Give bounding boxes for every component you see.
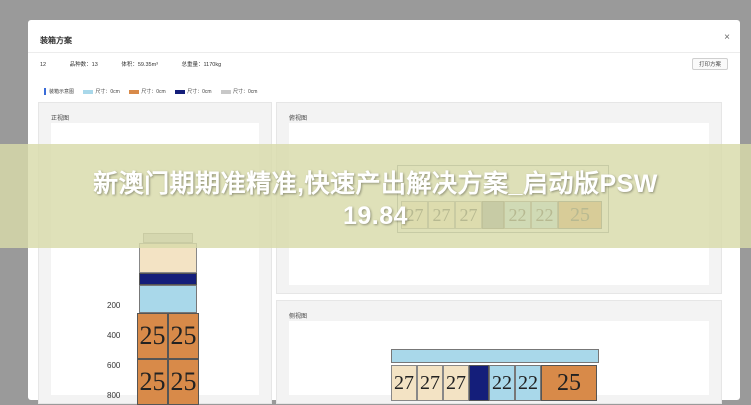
- overlay-banner: 新澳门期期准精准,快速产出解决方案_启动版PSW 19.84: [0, 144, 751, 248]
- legend-label: 装箱示意图: [49, 89, 75, 95]
- side-view-title: 侧视图: [289, 314, 308, 320]
- dialog-title: 装箱方案: [40, 36, 72, 45]
- box-blue: [139, 285, 197, 313]
- box-count: 12: [40, 62, 47, 68]
- banner-line-1: 新澳门期期准精准,快速产出解决方案_启动版PSW: [93, 170, 658, 198]
- legend-item: 尺寸：0cm: [219, 89, 257, 95]
- legend-item: 尺寸：0cm: [127, 89, 166, 95]
- box-orange: 25: [168, 359, 199, 405]
- top-view-title: 俯视图: [289, 116, 308, 122]
- axis-tick: 600: [107, 361, 121, 370]
- box-blue: 22: [515, 365, 541, 401]
- front-view-title: 正视图: [51, 116, 70, 122]
- axis-tick: 800: [107, 391, 121, 400]
- close-icon[interactable]: ×: [724, 32, 730, 43]
- legend-item: 尺寸：0cm: [173, 89, 212, 95]
- variety-count: 品种数：13: [69, 62, 98, 68]
- axis-tick: 200: [107, 301, 121, 310]
- volume-value: 体积：59.35m³: [121, 62, 158, 68]
- box-orange: 25: [541, 365, 597, 401]
- box-pale: 27: [391, 365, 417, 401]
- legend-item: 尺寸：0cm: [81, 89, 120, 95]
- axis-tick: 400: [107, 331, 121, 340]
- side-view-canvas: 27 27 27 22 22 25: [289, 321, 709, 401]
- box-orange: 25: [137, 313, 168, 359]
- banner-line-2: 19.84: [342, 202, 409, 230]
- container-top: [391, 349, 599, 363]
- box-blue: 22: [489, 365, 515, 401]
- print-button[interactable]: 打印方案: [691, 58, 728, 70]
- stats-row: 12 品种数：13 体积：59.35m³ 总重量：1170kg: [40, 60, 243, 68]
- box-navy: [139, 273, 197, 285]
- box-orange: 25: [137, 359, 168, 405]
- weight-value: 总重量：1170kg: [181, 62, 222, 68]
- title-divider: [28, 52, 740, 53]
- box-pale: 27: [443, 365, 469, 401]
- legend-bar: 装箱示意图 尺寸：0cm 尺寸：0cm 尺寸：0cm 尺寸：0cm: [44, 88, 263, 95]
- box-pale: 27: [417, 365, 443, 401]
- box-navy: [469, 365, 489, 401]
- box-orange: 25: [168, 313, 199, 359]
- side-view-card: 侧视图 27 27 27 22 22 25: [276, 300, 722, 404]
